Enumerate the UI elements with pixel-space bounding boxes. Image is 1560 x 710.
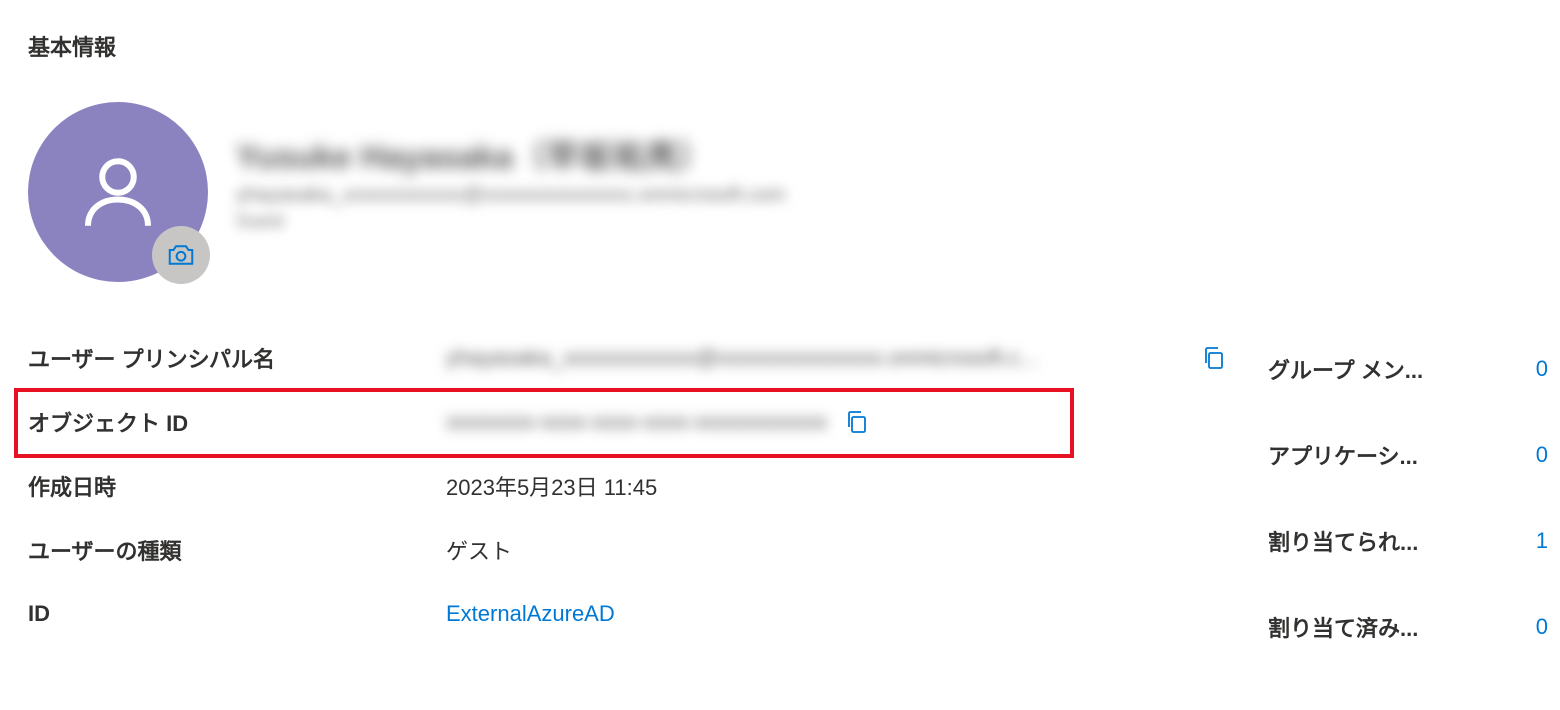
prop-value-upn-text: yhayasaka_xxxxxxxxxxxx@xxxxxxxxxxxxxxx.o…: [446, 345, 1184, 371]
prop-value-created-text: 2023年5月23日 11:45: [446, 470, 657, 502]
stat-value-assigned-roles: 1: [1518, 528, 1548, 554]
stats-column: グループ メン... 0 アプリケーシ... 0 割り当てられ... 1 割り当…: [1268, 326, 1548, 670]
prop-row-user-type: ユーザーの種類 ゲスト: [28, 518, 1228, 582]
prop-value-object-id: xxxxxxxx-xxxx-xxxx-xxxx-xxxxxxxxxxxx: [446, 407, 1228, 437]
user-type-subtitle: Guest: [236, 211, 785, 232]
prop-value-object-id-text: xxxxxxxx-xxxx-xxxx-xxxx-xxxxxxxxxxxx: [446, 409, 827, 435]
stat-row-assigned-licenses[interactable]: 割り当て済み... 0: [1268, 584, 1548, 670]
stat-row-assigned-roles[interactable]: 割り当てられ... 1: [1268, 498, 1548, 584]
prop-row-identity: ID ExternalAzureAD: [28, 582, 1228, 646]
upn-subtitle: yhayasaka_xxxxxxxxxxxx@xxxxxxxxxxxxxxx.o…: [236, 184, 785, 207]
profile-text: Yusuke Hayasaka（早坂祐亮） yhayasaka_xxxxxxxx…: [236, 102, 785, 232]
prop-value-upn: yhayasaka_xxxxxxxxxxxx@xxxxxxxxxxxxxxx.o…: [446, 343, 1228, 373]
copy-object-id-button[interactable]: [841, 407, 871, 437]
person-icon: [73, 147, 163, 237]
prop-label-created: 作成日時: [28, 470, 446, 502]
stat-label-assigned-licenses: 割り当て済み...: [1268, 611, 1418, 643]
camera-icon: [166, 242, 196, 268]
prop-value-created: 2023年5月23日 11:45: [446, 470, 1228, 502]
stat-row-groups[interactable]: グループ メン... 0: [1268, 326, 1548, 412]
profile-header: Yusuke Hayasaka（早坂祐亮） yhayasaka_xxxxxxxx…: [28, 102, 1532, 282]
prop-value-identity: ExternalAzureAD: [446, 601, 1228, 627]
prop-row-created: 作成日時 2023年5月23日 11:45: [28, 454, 1228, 518]
stat-value-apps: 0: [1518, 442, 1548, 468]
camera-badge-button[interactable]: [152, 226, 210, 284]
prop-label-upn: ユーザー プリンシパル名: [28, 342, 446, 374]
prop-label-identity: ID: [28, 601, 446, 627]
prop-row-upn: ユーザー プリンシパル名 yhayasaka_xxxxxxxxxxxx@xxxx…: [28, 326, 1228, 390]
section-title: 基本情報: [28, 30, 1532, 62]
prop-label-user-type: ユーザーの種類: [28, 534, 446, 566]
avatar-wrap: [28, 102, 208, 282]
copy-upn-button[interactable]: [1198, 343, 1228, 373]
prop-value-user-type-text: ゲスト: [446, 534, 512, 566]
prop-value-identity-link[interactable]: ExternalAzureAD: [446, 601, 615, 627]
prop-row-object-id: オブジェクト ID xxxxxxxx-xxxx-xxxx-xxxx-xxxxxx…: [28, 390, 1228, 454]
prop-label-object-id: オブジェクト ID: [28, 406, 446, 438]
copy-icon: [1201, 345, 1225, 371]
properties-column: ユーザー プリンシパル名 yhayasaka_xxxxxxxxxxxx@xxxx…: [28, 326, 1228, 670]
stat-label-groups: グループ メン...: [1268, 353, 1423, 385]
stat-value-groups: 0: [1518, 356, 1548, 382]
prop-value-user-type: ゲスト: [446, 534, 1228, 566]
copy-icon: [844, 409, 868, 435]
stat-row-apps[interactable]: アプリケーシ... 0: [1268, 412, 1548, 498]
stat-label-apps: アプリケーシ...: [1268, 439, 1418, 471]
stat-value-assigned-licenses: 0: [1518, 614, 1548, 640]
stat-label-assigned-roles: 割り当てられ...: [1268, 525, 1418, 557]
display-name: Yusuke Hayasaka（早坂祐亮）: [236, 130, 785, 178]
